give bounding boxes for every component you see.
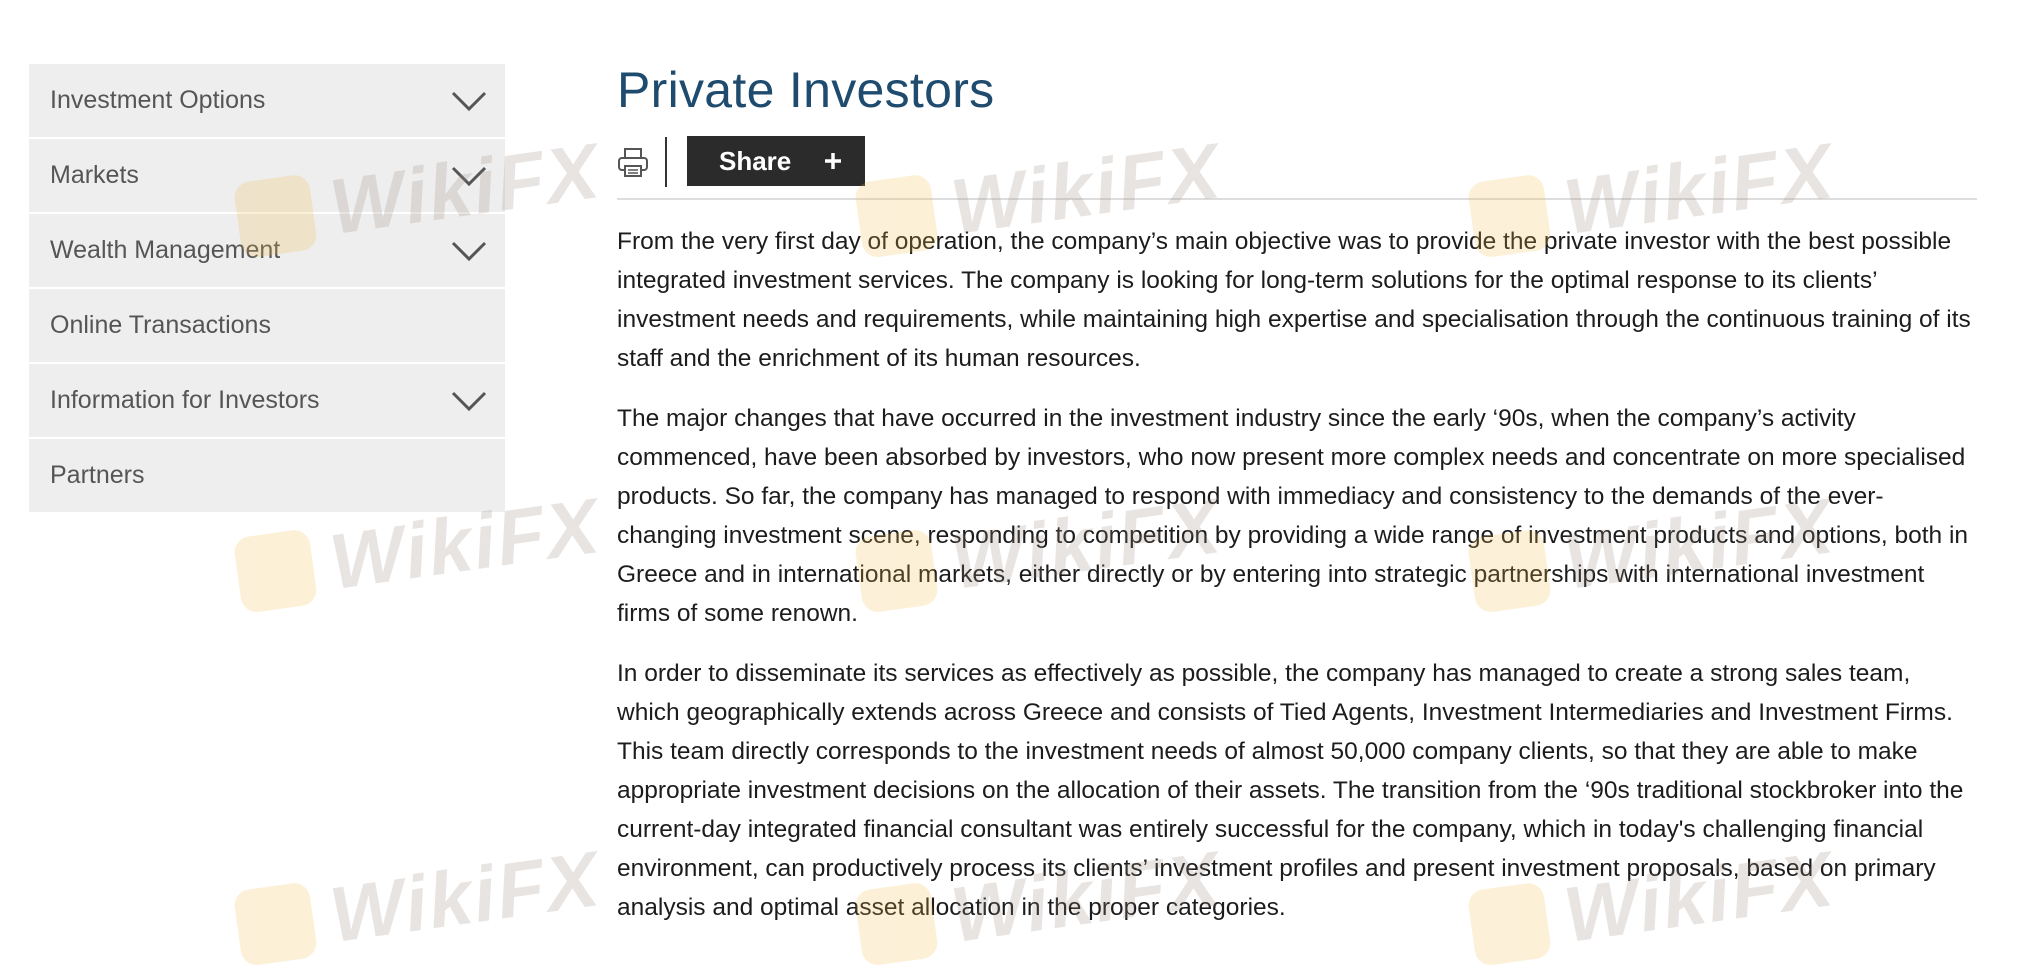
chevron-down-icon[interactable]: [451, 90, 487, 112]
paragraph: In order to disseminate its services as …: [617, 660, 1964, 921]
article-body: From the very first day of operation, th…: [617, 222, 1977, 927]
sidebar-item-label: Investment Options: [50, 86, 266, 114]
sidebar-item-label: Partners: [50, 461, 145, 489]
sidebar-item-label: Wealth Management: [50, 236, 281, 264]
paragraph: From the very first day of operation, th…: [617, 228, 1971, 372]
sidebar-item-information-for-investors[interactable]: Information for Investors: [29, 364, 505, 439]
sidebar-item-label: Online Transactions: [50, 311, 271, 339]
share-button-label: Share: [719, 145, 792, 176]
page-title: Private Investors: [617, 62, 995, 118]
sidebar-item-label: Markets: [50, 161, 139, 189]
toolbar-divider: [665, 137, 667, 187]
chevron-down-icon[interactable]: [451, 390, 487, 412]
printer-icon[interactable]: [617, 146, 649, 178]
sidebar-item-label: Information for Investors: [50, 386, 320, 414]
sidebar-item-partners[interactable]: Partners: [29, 439, 505, 514]
watermark-text: WikiFX: [324, 834, 606, 959]
chevron-down-icon[interactable]: [451, 240, 487, 262]
watermark-logo-icon: [232, 880, 319, 967]
sidebar-item-markets[interactable]: Markets: [29, 139, 505, 214]
sidebar-nav: Investment Options Markets Wealth Manage…: [29, 64, 505, 514]
main-content: Private Investors Share From the very fi…: [617, 56, 1977, 948]
share-button[interactable]: Share: [687, 136, 865, 186]
sidebar-item-investment-options[interactable]: Investment Options: [29, 64, 505, 139]
chevron-down-icon[interactable]: [451, 165, 487, 187]
plus-icon: [823, 151, 843, 171]
page-toolbar: Share: [617, 136, 1977, 200]
watermark-logo-icon: [232, 527, 319, 614]
paragraph: The major changes that have occurred in …: [617, 405, 1969, 627]
watermark: WikiFX: [231, 833, 606, 974]
sidebar-item-wealth-management[interactable]: Wealth Management: [29, 214, 505, 289]
sidebar-item-online-transactions[interactable]: Online Transactions: [29, 289, 505, 364]
